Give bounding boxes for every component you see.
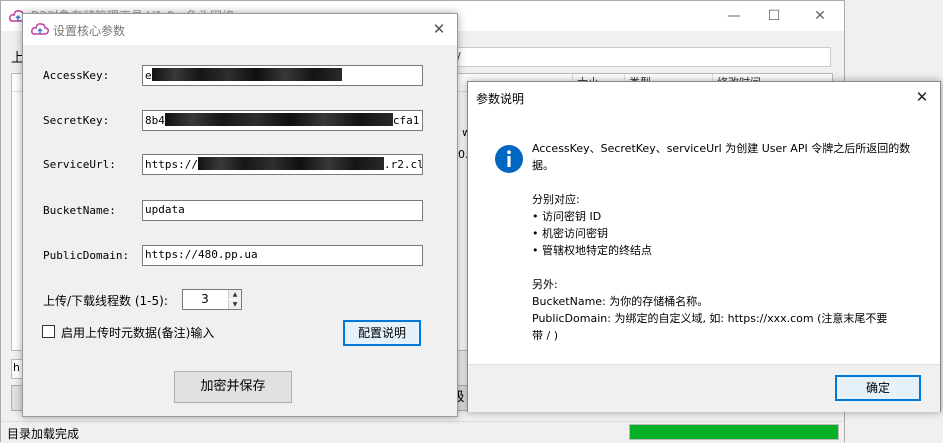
threads-stepper[interactable]: 3 ▲ ▼: [182, 289, 242, 310]
help-bullet: • 访问密钥 ID: [532, 210, 602, 223]
help-bullet: • 机密访问密钥: [532, 227, 608, 240]
settings-dialog: 设置核心参数 ✕ AccessKey: e SecretKey: 8b4 cfa1…: [22, 13, 458, 417]
ok-button[interactable]: 确定: [835, 375, 921, 401]
service-url-suffix: .r2.cl: [383, 158, 423, 171]
help-title: 参数说明: [476, 92, 525, 106]
help-domain-note: 带 / ): [532, 329, 558, 342]
help-mapping-title: 分别对应:: [532, 193, 580, 206]
metadata-checkbox-label[interactable]: 启用上传时元数据(备注)输入: [61, 324, 214, 341]
spin-down-icon[interactable]: ▼: [228, 300, 241, 309]
help-footer: 确定: [468, 364, 940, 412]
cloud-icon: [31, 23, 49, 35]
main-close-button[interactable]: ✕: [809, 5, 831, 27]
encrypt-save-button[interactable]: 加密并保存: [174, 371, 292, 403]
help-close-button[interactable]: ✕: [912, 87, 932, 107]
settings-title: 设置核心参数: [53, 24, 126, 38]
bucket-name-label: BucketName:: [43, 204, 116, 217]
bucket-name-input[interactable]: updata: [142, 200, 423, 221]
help-domain-note: PublicDomain: 为绑定的自定义域, 如: https://xxx.c…: [532, 312, 888, 325]
service-url-input[interactable]: https:// .r2.cl: [142, 154, 423, 175]
access-key-label: AccessKey:: [43, 69, 110, 82]
redacted-value: [197, 157, 384, 170]
help-bucket-note: BucketName: 为你的存储桶名称。: [532, 295, 709, 308]
progress-fill: [630, 425, 838, 439]
secret-key-suffix: cfa1: [392, 114, 420, 127]
public-domain-input[interactable]: https://480.pp.ua: [142, 245, 423, 266]
help-line: 据。: [532, 159, 554, 172]
bottom-input-text: h: [13, 361, 20, 374]
redacted-value: [164, 113, 393, 126]
secret-key-input[interactable]: 8b4 cfa1: [142, 110, 423, 131]
metadata-checkbox[interactable]: [42, 325, 55, 338]
secret-key-prefix: 8b4: [145, 114, 165, 127]
help-bullet: • 管辖权地特定的终结点: [532, 244, 652, 257]
help-titlebar: 参数说明 ✕: [468, 82, 940, 112]
help-line: AccessKey、SecretKey、serviceUrl 为创建 User …: [532, 142, 911, 155]
help-other-title: 另外:: [532, 278, 558, 291]
settings-close-button[interactable]: ✕: [429, 19, 449, 39]
progress-bar: [629, 424, 839, 440]
path-input[interactable]: re/: [441, 47, 831, 67]
service-url-label: ServiceUrl:: [43, 158, 116, 171]
info-icon: [495, 145, 523, 173]
settings-titlebar: 设置核心参数 ✕: [23, 14, 457, 45]
secret-key-label: SecretKey:: [43, 114, 110, 127]
help-message: AccessKey、SecretKey、serviceUrl 为创建 User …: [532, 140, 922, 344]
spin-up-icon[interactable]: ▲: [228, 290, 241, 299]
threads-label: 上传/下载线程数 (1-5):: [43, 294, 168, 308]
access-key-input[interactable]: e: [142, 65, 423, 86]
status-bar: 目录加载完成: [1, 421, 844, 443]
help-dialog: 参数说明 ✕ AccessKey、SecretKey、serviceUrl 为创…: [467, 81, 941, 412]
redacted-value: [151, 68, 342, 81]
minimize-button[interactable]: —: [723, 5, 745, 27]
service-url-prefix: https://: [145, 158, 198, 171]
access-key-prefix: e: [145, 69, 152, 82]
threads-value[interactable]: 3: [183, 290, 227, 309]
public-domain-label: PublicDomain:: [43, 249, 130, 262]
config-help-button[interactable]: 配置说明: [343, 320, 421, 346]
status-text: 目录加载完成: [7, 427, 80, 441]
maximize-button[interactable]: ☐: [763, 5, 785, 27]
